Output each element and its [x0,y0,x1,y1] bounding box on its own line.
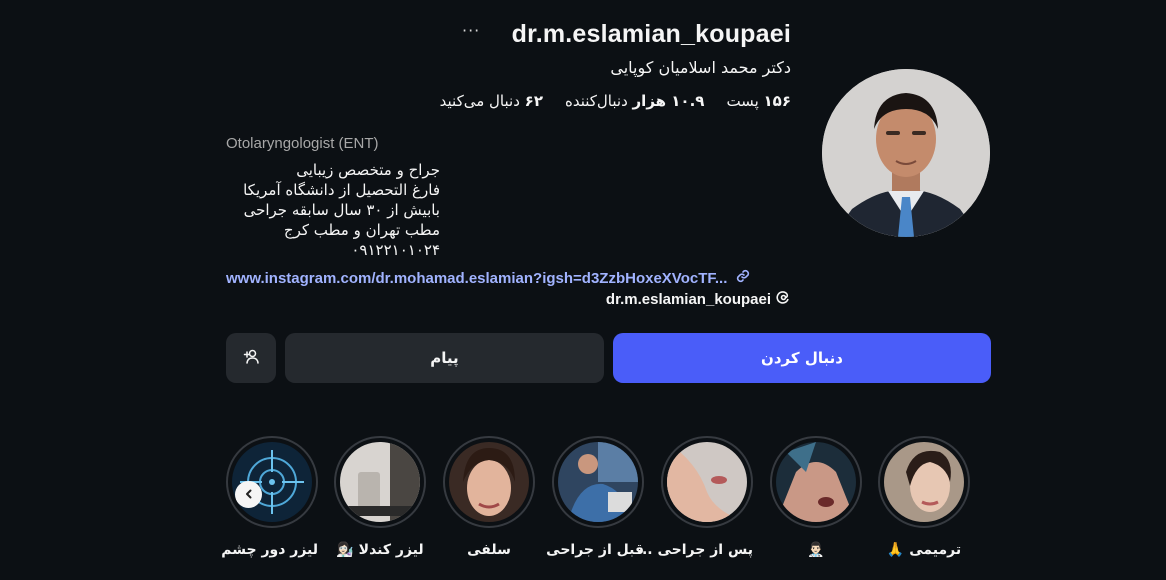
highlight-label: لیزر کندلا 👩🏻‍🔬 [336,542,424,558]
profile-external-link[interactable]: www.instagram.com/dr.mohamad.eslamian?ig… [226,268,751,288]
suggest-users-button[interactable] [226,333,276,383]
highlight-cover [661,436,753,528]
threads-icon [775,289,791,309]
profile-category: Otolaryngologist (ENT) [226,135,379,152]
highlight-label: پس از جراحی ... [636,542,753,558]
more-options-icon[interactable]: ··· [462,21,480,40]
external-link-text[interactable]: www.instagram.com/dr.mohamad.eslamian?ig… [226,270,727,287]
highlight-item[interactable]: سلفی [443,436,535,558]
stat-followers-count: ۱۰.۹ هزار [632,92,705,110]
highlight-cover [878,436,970,528]
highlight-item[interactable]: ترمیمی 🙏 [878,436,970,558]
bio-line: فارغ التحصیل از دانشگاه آمریکا [243,181,440,199]
highlight-item[interactable]: 👨🏻‍⚕️ [770,436,862,558]
link-icon [735,268,751,288]
highlight-cover [226,436,318,528]
highlight-item[interactable]: لیزر کندلا 👩🏻‍🔬 [334,436,426,558]
stat-followers[interactable]: ۱۰.۹ هزار دنبال‌کننده [565,92,704,110]
highlight-label: 👨🏻‍⚕️ [807,542,825,558]
profile-stats: ۱۵۶ پست ۱۰.۹ هزار دنبال‌کننده ۶۲ دنبال م… [440,92,791,110]
highlight-cover [552,436,644,528]
highlight-label: سلفی [467,542,511,558]
highlight-label: ترمیمی 🙏 [886,542,962,558]
message-button[interactable]: پیام [285,333,604,383]
highlight-item[interactable]: قبل از جراحی [546,436,644,558]
stat-following-count: ۶۲ [524,92,543,110]
stat-posts-count: ۱۵۶ [763,92,791,110]
bio-line: بابیش از ۳۰ سال سابقه جراحی [243,201,440,219]
highlight-label: قبل از جراحی [546,542,644,558]
stat-following[interactable]: ۶۲ دنبال می‌کنید [440,92,543,110]
stat-posts-label: پست [726,92,759,110]
add-user-icon [242,347,260,369]
profile-full-name: دکتر محمد اسلامیان کوپایی [610,58,791,77]
threads-link[interactable]: dr.m.eslamian_koupaei [606,289,791,309]
threads-handle[interactable]: dr.m.eslamian_koupaei [606,291,771,308]
highlight-cover [770,436,862,528]
stat-following-label: دنبال می‌کنید [439,92,520,110]
highlight-cover [334,436,426,528]
highlight-label: لیزر دور چشم [221,542,318,558]
highlight-cover [443,436,535,528]
profile-avatar[interactable] [822,69,990,237]
profile-bio: جراح و متخصص زیبایی فارغ التحصیل از دانش… [226,160,440,260]
follow-button[interactable]: دنبال کردن [613,333,991,383]
bio-line: مطب تهران و مطب کرج [283,221,440,239]
bio-line: جراح و متخصص زیبایی [296,161,440,179]
stat-followers-label: دنبال‌کننده [564,92,628,110]
profile-username: dr.m.eslamian_koupaei [511,20,791,48]
highlight-item[interactable]: پس از جراحی ... [636,436,753,558]
highlights-prev-button[interactable] [235,481,262,508]
stat-posts: ۱۵۶ پست [726,92,791,110]
chevron-left-icon [243,485,255,504]
bio-phone: ۰۹۱۲۲۱۰۱۰۲۴ [351,241,440,259]
